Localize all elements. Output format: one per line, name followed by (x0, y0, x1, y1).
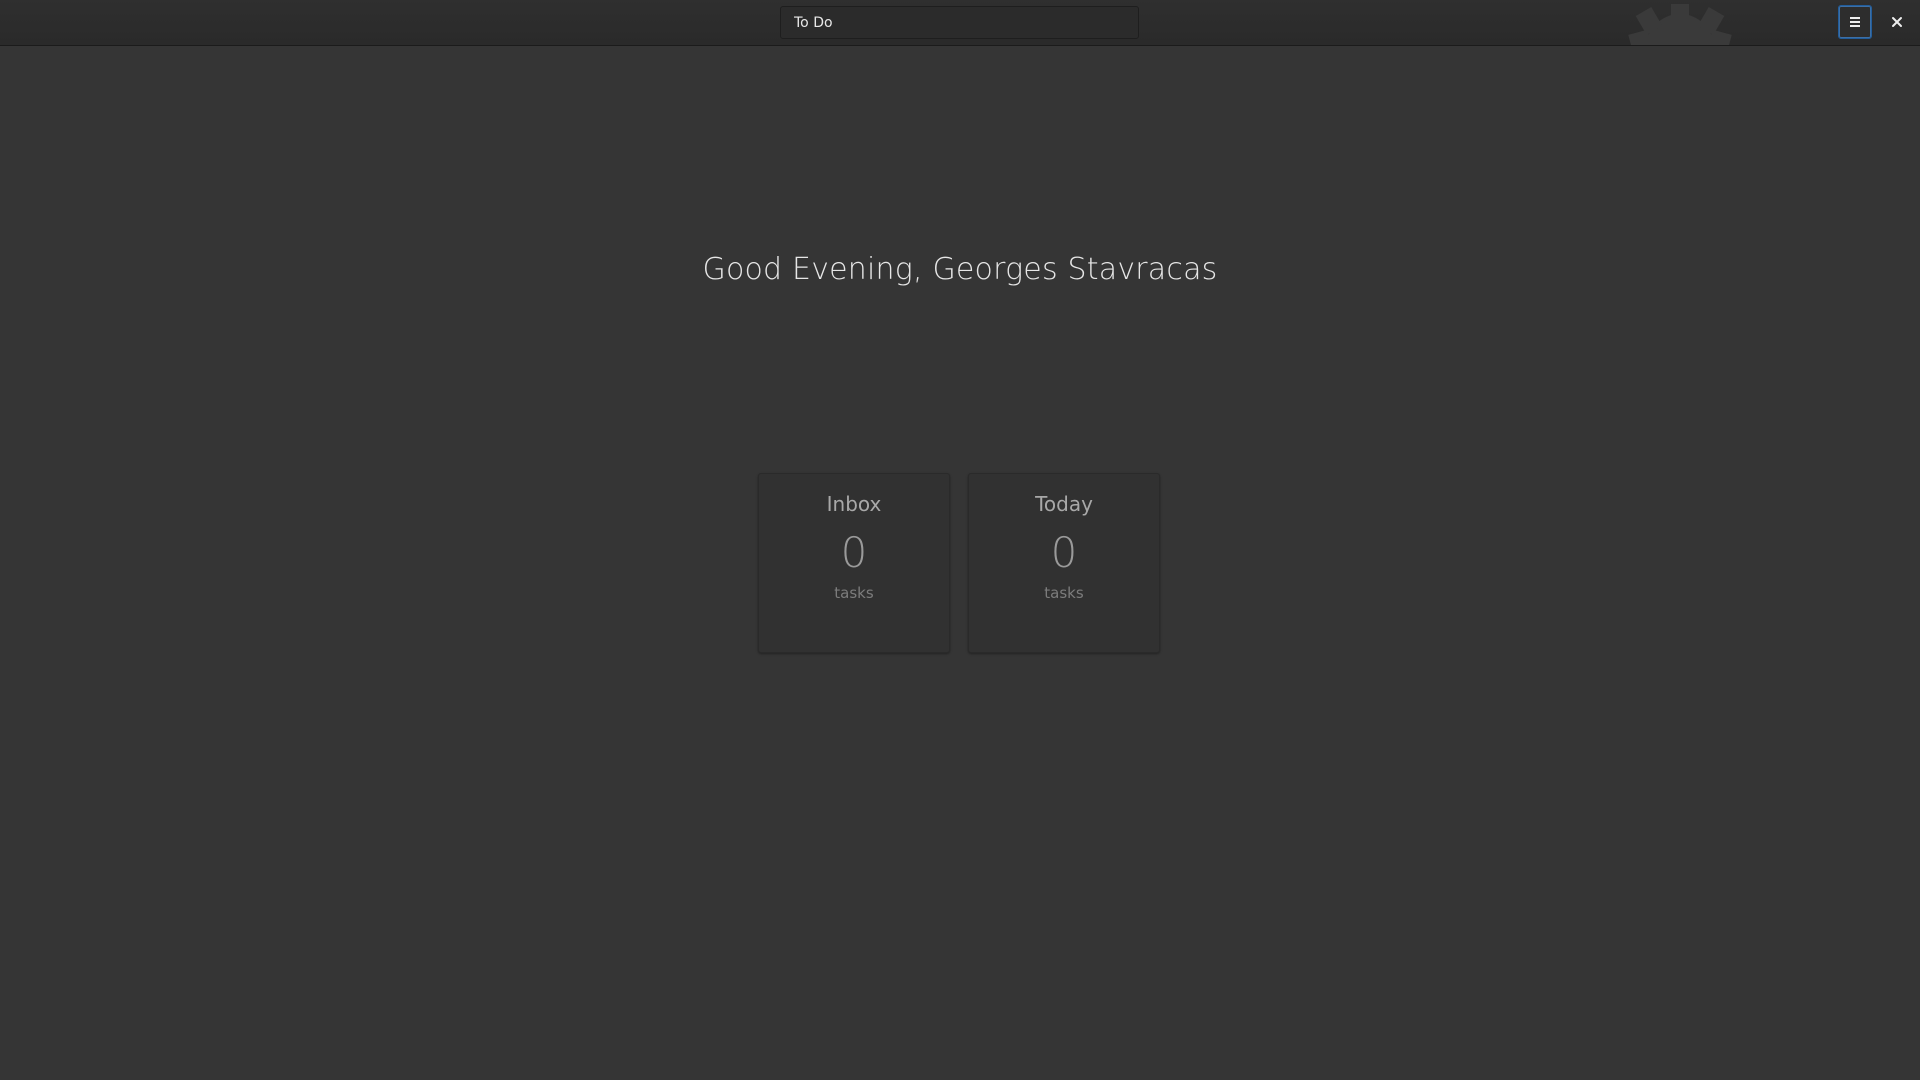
close-button[interactable] (1880, 5, 1914, 39)
gear-icon (1628, 4, 1732, 45)
task-count: 0 (840, 528, 868, 577)
app-window: Good Evening, Georges Stavracas Inbox 0 … (0, 0, 1920, 1080)
header-bar (0, 0, 1920, 46)
card-title: Inbox (826, 492, 882, 516)
greeting-text: Good Evening, Georges Stavracas (702, 252, 1218, 287)
task-count-label: tasks (1044, 584, 1084, 602)
task-count: 0 (1050, 528, 1078, 577)
close-icon (1892, 17, 1902, 27)
title-entry[interactable] (780, 6, 1139, 39)
inbox-card[interactable]: Inbox 0 tasks (758, 473, 950, 653)
task-count-label: tasks (834, 584, 874, 602)
hamburger-menu-icon (1850, 17, 1860, 27)
today-card[interactable]: Today 0 tasks (968, 473, 1160, 653)
menu-button[interactable] (1838, 5, 1872, 39)
card-title: Today (1035, 492, 1093, 516)
